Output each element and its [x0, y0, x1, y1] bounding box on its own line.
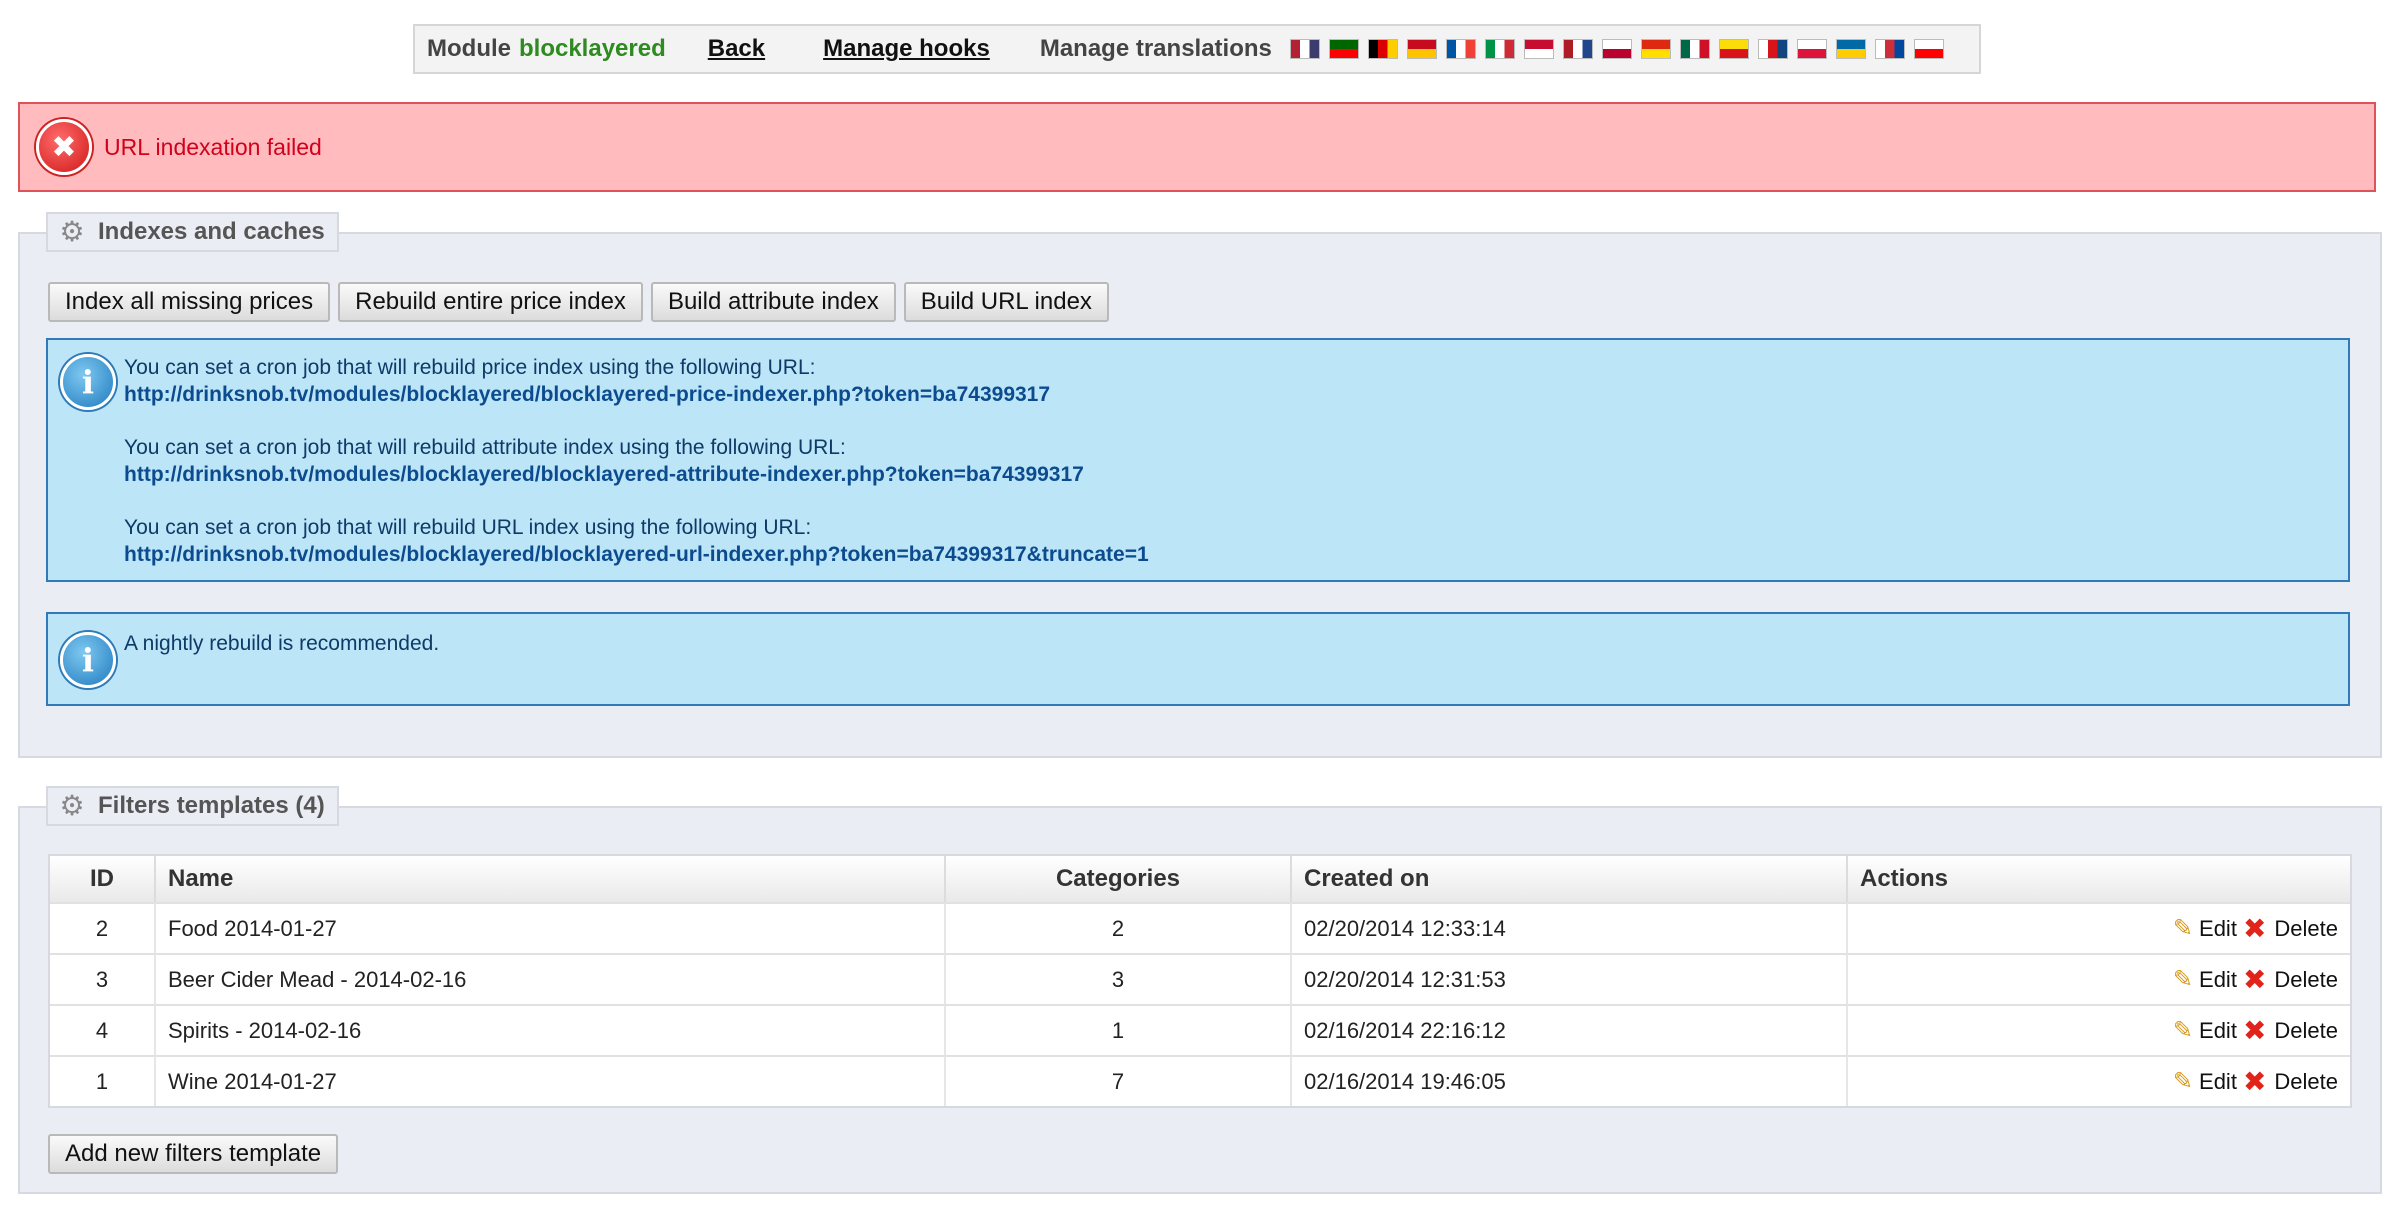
catalonia-flag-icon[interactable] — [1718, 39, 1749, 59]
module-name: blocklayered — [519, 35, 666, 62]
cron-price-url[interactable]: http://drinksnob.tv/modules/blocklayered… — [124, 381, 1149, 408]
edit-icon[interactable]: ✎ — [2173, 1016, 2193, 1045]
table-row: 4 Spirits - 2014-02-16 1 02/16/2014 22:1… — [50, 1004, 2350, 1055]
edit-link[interactable]: Edit — [2199, 1069, 2237, 1095]
mexico-flag-icon[interactable] — [1679, 39, 1710, 59]
col-categories: Categories — [946, 856, 1292, 902]
cron-attribute-text: You can set a cron job that will rebuild… — [124, 436, 846, 459]
row-name: Spirits - 2014-02-16 — [156, 1004, 946, 1055]
netherlands-flag-icon[interactable] — [1562, 39, 1593, 59]
delete-icon[interactable]: ✖ — [2243, 963, 2266, 996]
manage-hooks-link[interactable]: Manage hooks — [823, 35, 990, 63]
edit-icon[interactable]: ✎ — [2173, 965, 2193, 994]
nightly-info-box: i A nightly rebuild is recommended. — [46, 612, 2350, 706]
row-name: Beer Cider Mead - 2014-02-16 — [156, 953, 946, 1004]
edit-link[interactable]: Edit — [2199, 967, 2237, 993]
col-created: Created on — [1292, 856, 1848, 902]
back-link[interactable]: Back — [708, 35, 765, 63]
build-url-index-button[interactable]: Build URL index — [903, 282, 1109, 322]
edit-link[interactable]: Edit — [2199, 916, 2237, 942]
filters-table: ID Name Categories Created on Actions 2 … — [48, 854, 2352, 1108]
table-row: 3 Beer Cider Mead - 2014-02-16 3 02/20/2… — [50, 953, 2350, 1004]
col-actions: Actions — [1848, 856, 2350, 902]
poland-flag-icon[interactable] — [1796, 39, 1827, 59]
info-icon: i — [60, 354, 116, 410]
cron-url-url[interactable]: http://drinksnob.tv/modules/blocklayered… — [124, 541, 1149, 568]
module-prefix: Module — [427, 35, 511, 62]
filters-legend-text: Filters templates (4) — [98, 792, 325, 819]
gear-icon: ⚙ — [59, 216, 85, 247]
row-id: 1 — [50, 1055, 156, 1106]
edit-icon[interactable]: ✎ — [2173, 914, 2193, 943]
row-id: 3 — [50, 953, 156, 1004]
delete-link[interactable]: Delete — [2274, 1018, 2338, 1044]
row-id: 4 — [50, 1004, 156, 1055]
row-id: 2 — [50, 902, 156, 953]
module-toolbar: Module blocklayered Back Manage hooks Ma… — [413, 24, 1981, 74]
delete-link[interactable]: Delete — [2274, 916, 2338, 942]
info-icon: i — [60, 632, 116, 688]
indexes-legend: ⚙ Indexes and caches — [46, 212, 339, 252]
row-created: 02/20/2014 12:33:14 — [1292, 902, 1848, 953]
georgia-flag-icon[interactable] — [1913, 39, 1944, 59]
col-name: Name — [156, 856, 946, 902]
us-flag-icon[interactable] — [1289, 39, 1320, 59]
italy-flag-icon[interactable] — [1484, 39, 1515, 59]
error-alert: ✖ URL indexation failed — [18, 102, 2376, 192]
row-created: 02/16/2014 22:16:12 — [1292, 1004, 1848, 1055]
delete-icon[interactable]: ✖ — [2243, 912, 2266, 945]
czech-flag-icon[interactable] — [1757, 39, 1788, 59]
row-categories: 2 — [946, 902, 1292, 953]
delete-icon[interactable]: ✖ — [2243, 1065, 2266, 1098]
index-missing-prices-button[interactable]: Index all missing prices — [48, 282, 331, 322]
build-attribute-index-button[interactable]: Build attribute index — [650, 282, 896, 322]
error-message: URL indexation failed — [104, 133, 322, 160]
gear-icon: ⚙ — [59, 790, 85, 821]
korea-flag-icon[interactable] — [1874, 39, 1905, 59]
sweden-flag-icon[interactable] — [1835, 39, 1866, 59]
row-actions: ✎ Edit ✖ Delete — [1848, 902, 2350, 953]
translation-flags — [1289, 39, 1953, 59]
cron-price-text: You can set a cron job that will rebuild… — [124, 356, 816, 379]
germany-flag-icon[interactable] — [1367, 39, 1398, 59]
row-created: 02/20/2014 12:31:53 — [1292, 953, 1848, 1004]
row-name: Wine 2014-01-27 — [156, 1055, 946, 1106]
denmark-flag-icon[interactable] — [1523, 39, 1554, 59]
edit-icon[interactable]: ✎ — [2173, 1067, 2193, 1096]
add-filters-template-button[interactable]: Add new filters template — [48, 1134, 339, 1174]
table-row: 1 Wine 2014-01-27 7 02/16/2014 19:46:05 … — [50, 1055, 2350, 1106]
row-actions: ✎ Edit ✖ Delete — [1848, 953, 2350, 1004]
japan-flag-icon[interactable] — [1601, 39, 1632, 59]
row-categories: 1 — [946, 1004, 1292, 1055]
cron-url-text: You can set a cron job that will rebuild… — [124, 516, 812, 539]
indexes-panel: ⚙ Indexes and caches Index all missing p… — [18, 212, 2382, 758]
china-flag-icon[interactable] — [1640, 39, 1671, 59]
error-icon: ✖ — [36, 119, 92, 175]
row-actions: ✎ Edit ✖ Delete — [1848, 1004, 2350, 1055]
delete-icon[interactable]: ✖ — [2243, 1014, 2266, 1047]
index-buttons: Index all missing prices Rebuild entire … — [48, 282, 1117, 322]
france-flag-icon[interactable] — [1445, 39, 1476, 59]
filters-legend: ⚙ Filters templates (4) — [46, 786, 339, 826]
indexes-legend-text: Indexes and caches — [98, 218, 325, 245]
delete-link[interactable]: Delete — [2274, 1069, 2338, 1095]
cron-info-box: i You can set a cron job that will rebui… — [46, 338, 2350, 582]
cron-attribute-url[interactable]: http://drinksnob.tv/modules/blocklayered… — [124, 461, 1149, 488]
rebuild-price-index-button[interactable]: Rebuild entire price index — [338, 282, 643, 322]
portugal-flag-icon[interactable] — [1328, 39, 1359, 59]
row-name: Food 2014-01-27 — [156, 902, 946, 953]
filters-panel: ⚙ Filters templates (4) ID Name Categori… — [18, 786, 2382, 1194]
row-categories: 7 — [946, 1055, 1292, 1106]
spain-flag-icon[interactable] — [1406, 39, 1437, 59]
delete-link[interactable]: Delete — [2274, 967, 2338, 993]
row-actions: ✎ Edit ✖ Delete — [1848, 1055, 2350, 1106]
manage-translations-label: Manage translations — [1039, 35, 1272, 62]
table-row: 2 Food 2014-01-27 2 02/20/2014 12:33:14 … — [50, 902, 2350, 953]
row-categories: 3 — [946, 953, 1292, 1004]
row-created: 02/16/2014 19:46:05 — [1292, 1055, 1848, 1106]
col-id: ID — [50, 856, 156, 902]
nightly-text: A nightly rebuild is recommended. — [124, 632, 440, 655]
edit-link[interactable]: Edit — [2199, 1018, 2237, 1044]
